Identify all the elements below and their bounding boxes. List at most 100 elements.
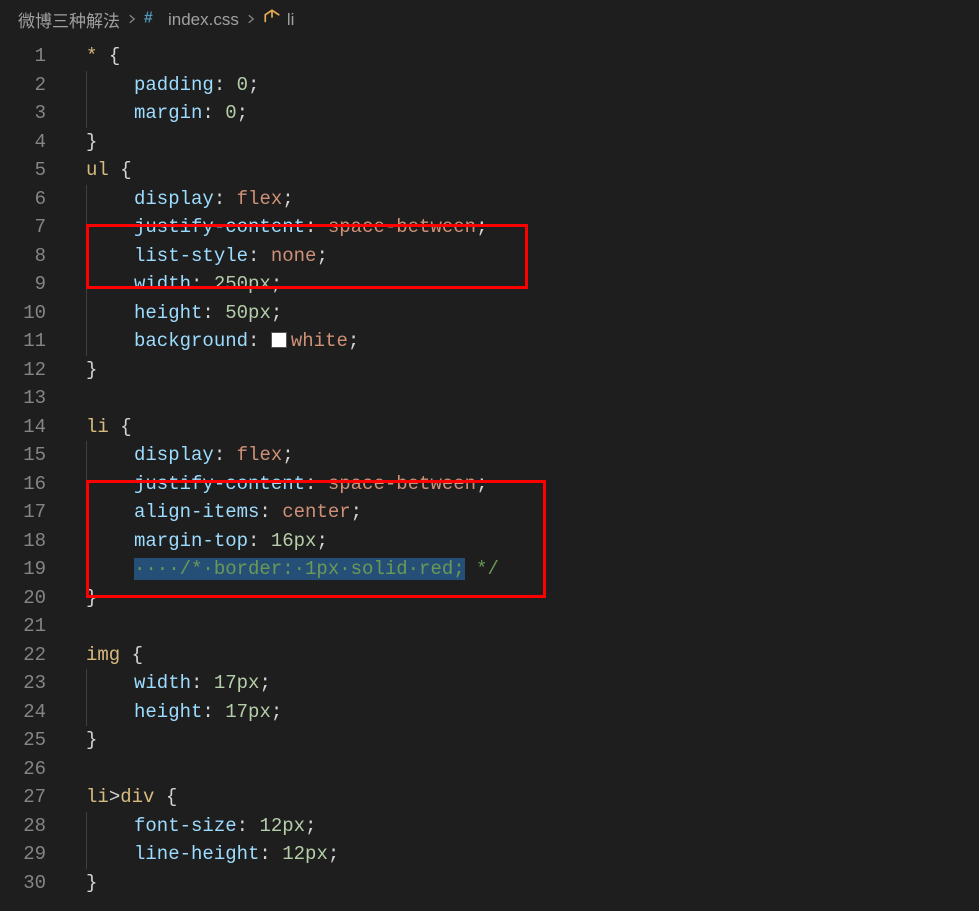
token-punct: : (259, 843, 282, 865)
color-swatch-icon[interactable] (271, 332, 287, 348)
token-sel: img (86, 644, 132, 666)
token-sel: ul (86, 159, 120, 181)
code-line[interactable]: ul { (68, 156, 979, 185)
token-brace: } (86, 729, 97, 751)
code-line[interactable] (68, 612, 979, 641)
token-punct: : (237, 815, 260, 837)
code-line[interactable]: margin-top: 16px; (68, 527, 979, 556)
line-number: 11 (0, 327, 68, 356)
code-line[interactable]: line-height: 12px; (68, 840, 979, 869)
line-number: 7 (0, 213, 68, 242)
token-prop: line-height (134, 843, 259, 865)
token-brace: { (132, 644, 143, 666)
token-punct: : (214, 188, 237, 210)
token-prop: justify-content (134, 216, 305, 238)
token-prop: font-size (134, 815, 237, 837)
code-line[interactable] (68, 755, 979, 784)
token-prop: align-items (134, 501, 259, 523)
token-punct: ; (259, 672, 270, 694)
token-punct: ; (351, 501, 362, 523)
code-line[interactable]: li>div { (68, 783, 979, 812)
token-punct: > (109, 786, 120, 808)
token-punct: ; (316, 530, 327, 552)
code-line[interactable]: img { (68, 641, 979, 670)
token-brace: { (120, 159, 131, 181)
token-sel: li (86, 786, 109, 808)
line-number: 4 (0, 128, 68, 157)
chevron-right-icon (245, 10, 257, 30)
token-prop: background (134, 330, 248, 352)
token-punct: : (191, 672, 214, 694)
chevron-right-icon (126, 10, 138, 30)
code-line[interactable]: margin: 0; (68, 99, 979, 128)
token-punct: ; (237, 102, 248, 124)
line-number: 18 (0, 527, 68, 556)
breadcrumb-label: li (287, 10, 295, 30)
code-line[interactable]: height: 17px; (68, 698, 979, 727)
token-val: white (291, 330, 348, 352)
token-punct: : (214, 444, 237, 466)
code-line[interactable]: padding: 0; (68, 71, 979, 100)
token-punct: : (259, 501, 282, 523)
code-line[interactable]: ····/*·border:·1px·solid·red; */ (68, 555, 979, 584)
line-number: 2 (0, 71, 68, 100)
line-number: 8 (0, 242, 68, 271)
code-line[interactable]: } (68, 726, 979, 755)
code-line[interactable]: height: 50px; (68, 299, 979, 328)
token-punct: ; (348, 330, 359, 352)
line-number: 13 (0, 384, 68, 413)
token-punct: ; (282, 188, 293, 210)
token-punct: : (248, 530, 271, 552)
token-punct: : (248, 330, 271, 352)
breadcrumb-item-file[interactable]: # index.css (144, 8, 239, 31)
token-prop: padding (134, 74, 214, 96)
token-punct: ; (476, 473, 487, 495)
code-line[interactable]: justify-content: space-between; (68, 213, 979, 242)
token-brace: { (166, 786, 177, 808)
code-line[interactable] (68, 384, 979, 413)
line-number: 20 (0, 584, 68, 613)
vertical-scrollbar[interactable] (965, 40, 979, 911)
code-line[interactable]: list-style: none; (68, 242, 979, 271)
code-area[interactable]: * {padding: 0;margin: 0;}ul {display: fl… (68, 40, 979, 911)
line-number: 28 (0, 812, 68, 841)
token-val: space-between (328, 473, 476, 495)
token-prop: display (134, 188, 214, 210)
line-number: 21 (0, 612, 68, 641)
code-line[interactable]: display: flex; (68, 185, 979, 214)
line-number: 15 (0, 441, 68, 470)
code-editor[interactable]: 1234567891011121314151617181920212223242… (0, 40, 979, 911)
css-file-icon: # (144, 8, 162, 31)
token-punct: : (305, 473, 328, 495)
token-num: 12px (259, 815, 305, 837)
line-number: 23 (0, 669, 68, 698)
code-line[interactable]: display: flex; (68, 441, 979, 470)
line-number: 12 (0, 356, 68, 385)
line-number: 3 (0, 99, 68, 128)
breadcrumb-item-symbol[interactable]: li (263, 8, 295, 31)
breadcrumb-label: index.css (168, 10, 239, 30)
code-line[interactable]: width: 250px; (68, 270, 979, 299)
code-line[interactable]: justify-content: space-between; (68, 470, 979, 499)
code-line[interactable]: font-size: 12px; (68, 812, 979, 841)
code-line[interactable]: } (68, 128, 979, 157)
code-line[interactable]: } (68, 584, 979, 613)
code-line[interactable]: background: white; (68, 327, 979, 356)
token-val: flex (237, 188, 283, 210)
line-number: 30 (0, 869, 68, 898)
token-val: space-between (328, 216, 476, 238)
token-sel: div (120, 786, 166, 808)
code-line[interactable]: } (68, 869, 979, 898)
line-number: 17 (0, 498, 68, 527)
code-line[interactable]: align-items: center; (68, 498, 979, 527)
code-line[interactable]: } (68, 356, 979, 385)
token-brace: } (86, 359, 97, 381)
code-line[interactable]: li { (68, 413, 979, 442)
token-punct: : (202, 102, 225, 124)
line-number: 14 (0, 413, 68, 442)
breadcrumb-item-folder[interactable]: 微博三种解法 (18, 7, 120, 32)
code-line[interactable]: width: 17px; (68, 669, 979, 698)
token-num: 17px (214, 672, 260, 694)
token-num: 16px (271, 530, 317, 552)
code-line[interactable]: * { (68, 42, 979, 71)
